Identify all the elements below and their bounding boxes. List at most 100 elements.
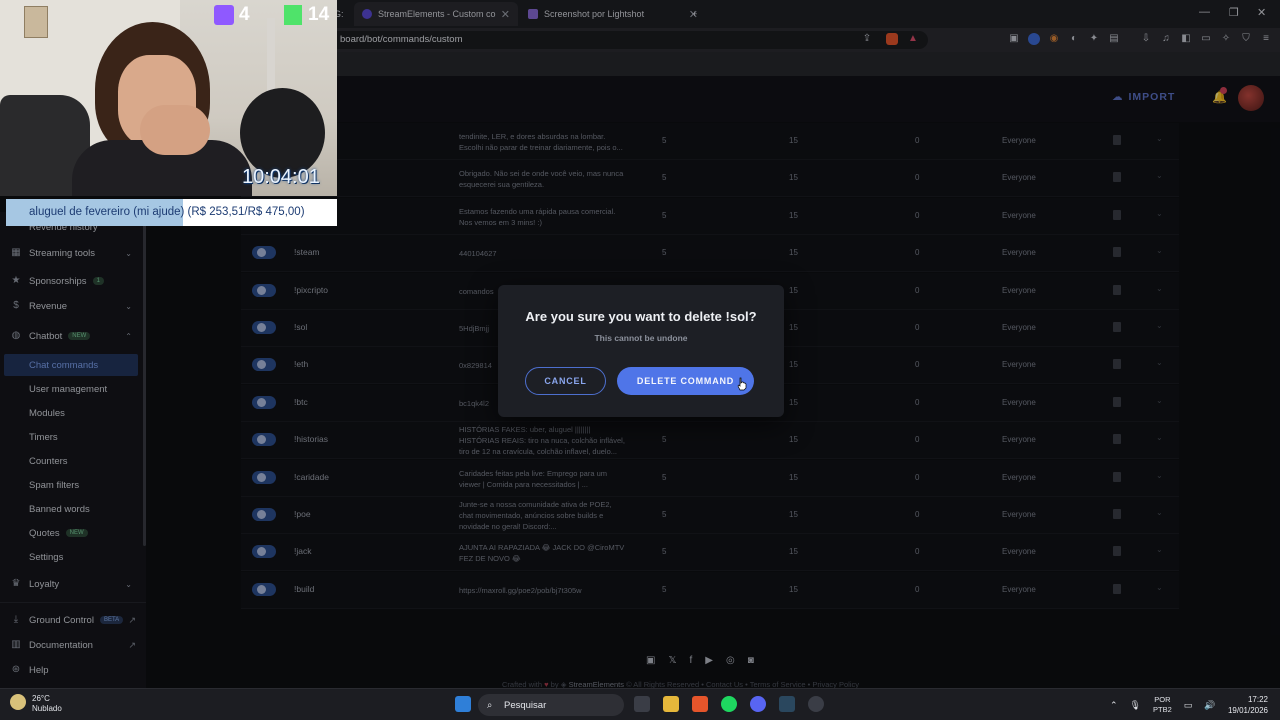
chevron-down-icon[interactable]: ⌄ [1156, 209, 1163, 218]
avatar[interactable] [1238, 85, 1264, 111]
sidebar-item-modules[interactable]: Modules [0, 402, 146, 424]
close-window-icon[interactable]: ✕ [1257, 6, 1266, 19]
command-enabled-toggle[interactable] [252, 321, 276, 334]
x-icon[interactable]: 𝕏 [668, 655, 676, 666]
sidebar-item-streaming-tools[interactable]: ▦ Streaming tools ⌄ [0, 242, 146, 264]
extension-icon[interactable]: ▤ [1108, 33, 1120, 45]
trash-icon[interactable] [1113, 359, 1121, 370]
spotify-icon[interactable] [721, 696, 737, 712]
brave-browser-icon[interactable] [692, 696, 708, 712]
youtube-icon[interactable]: ▶ [705, 655, 713, 666]
facebook-icon[interactable]: f [690, 655, 693, 666]
chevron-down-icon[interactable]: ⌄ [1156, 321, 1163, 330]
close-tab-icon[interactable]: ✕ [501, 8, 510, 21]
url-text[interactable]: board/bot/commands/custom [340, 34, 463, 45]
brave-rewards-icon[interactable]: ▲ [907, 33, 919, 45]
microphone-icon[interactable]: 🎙 [1130, 700, 1141, 711]
volume-icon[interactable]: 🔊 [1204, 700, 1215, 711]
trash-icon[interactable] [1113, 247, 1121, 258]
trash-icon[interactable] [1113, 471, 1121, 482]
sidebar-item-banned-words[interactable]: Banned words [0, 498, 146, 520]
extension-icon[interactable]: ▣ [1008, 33, 1020, 45]
trash-icon[interactable] [1113, 135, 1121, 145]
trash-icon[interactable] [1113, 284, 1121, 295]
trash-icon[interactable] [1113, 434, 1121, 445]
weather-widget[interactable]: 26°C Nublado [10, 694, 62, 714]
tab-streamelements[interactable]: StreamElements - Custom comm ✕ [354, 2, 518, 26]
tab-lightshot[interactable]: Screenshot por Lightshot ✕ [520, 2, 706, 26]
command-enabled-toggle[interactable] [252, 246, 276, 260]
sidebar-item-revenue[interactable]: $ Revenue ⌄ [0, 295, 146, 317]
chevron-down-icon[interactable]: ⌄ [1156, 396, 1163, 405]
discord-icon[interactable] [750, 696, 766, 712]
sidebar-item-help[interactable]: ⊛ Help [0, 659, 146, 681]
command-enabled-toggle[interactable] [252, 508, 276, 521]
puzzle-icon[interactable]: ✦ [1088, 33, 1100, 45]
chevron-down-icon[interactable]: ⌄ [1156, 433, 1163, 442]
twitch-icon[interactable]: ▣ [646, 655, 655, 666]
delete-command-button[interactable]: DELETE COMMAND [617, 367, 754, 395]
trash-icon[interactable] [1113, 396, 1121, 407]
download-icon[interactable]: ⇩ [1140, 33, 1152, 45]
obs-icon[interactable] [808, 696, 824, 712]
instagram-icon[interactable]: ◎ [726, 655, 735, 666]
sidebar-item-documentation[interactable]: ▥ Documentation ↗ [0, 634, 146, 656]
sidebar-item-timers[interactable]: Timers [0, 426, 146, 448]
trash-icon[interactable] [1113, 209, 1121, 220]
sidebar-toggle-icon[interactable]: ◧ [1180, 33, 1192, 45]
discord-icon[interactable]: ◙ [748, 655, 754, 666]
extension-icon[interactable]: ◉ [1048, 33, 1060, 45]
command-enabled-toggle[interactable] [252, 395, 276, 409]
sidebar-item-chat-commands[interactable]: Chat commands [4, 354, 138, 376]
leo-icon[interactable]: ✧ [1220, 33, 1232, 45]
command-enabled-toggle[interactable] [252, 470, 276, 484]
sidebar-item-quotes[interactable]: Quotes NEW [0, 522, 146, 544]
keyboard-language[interactable]: POR PTB2 [1153, 695, 1172, 715]
chevron-down-icon[interactable]: ⌄ [1156, 508, 1163, 517]
share-icon[interactable]: ⇪ [861, 33, 873, 45]
chevron-down-icon[interactable]: ⌄ [1156, 358, 1163, 367]
command-enabled-toggle[interactable] [252, 358, 276, 372]
command-enabled-toggle[interactable] [252, 283, 276, 297]
trash-icon[interactable] [1113, 509, 1121, 519]
sidebar-item-loyalty[interactable]: ♛ Loyalty ⌄ [0, 573, 146, 595]
sidebar-item-sponsorships[interactable]: ★ Sponsorships 1 [0, 270, 146, 292]
trash-icon[interactable] [1113, 546, 1121, 557]
taskbar-search[interactable]: ⌕ Pesquisar [478, 694, 624, 716]
chevron-down-icon[interactable]: ⌄ [1156, 545, 1163, 554]
brave-shields-icon[interactable] [886, 33, 898, 45]
chevron-up-icon[interactable]: ⌃ [1110, 700, 1118, 711]
chevron-down-icon[interactable]: ⌄ [1156, 246, 1163, 255]
cancel-button[interactable]: CANCEL [525, 367, 606, 395]
chevron-down-icon[interactable]: ⌄ [1156, 471, 1163, 480]
clock[interactable]: 17:22 19/01/2026 [1222, 694, 1268, 716]
media-icon[interactable]: ♫ [1160, 33, 1172, 45]
chevron-down-icon[interactable]: ⌄ [1156, 583, 1163, 592]
chevron-down-icon[interactable]: ⌄ [1156, 284, 1163, 293]
new-tab-button[interactable]: + [684, 2, 705, 26]
command-enabled-toggle[interactable] [252, 433, 276, 447]
menu-icon[interactable]: ≡ [1260, 33, 1272, 45]
steam-icon[interactable] [779, 696, 795, 712]
restore-icon[interactable]: ❐ [1229, 6, 1239, 19]
extension-icon[interactable]: ◐ [1068, 33, 1080, 45]
trash-icon[interactable] [1113, 322, 1121, 332]
minimize-icon[interactable]: — [1199, 6, 1210, 18]
sidebar-item-counters[interactable]: Counters [0, 450, 146, 472]
sidebar-scrollbar[interactable] [143, 212, 146, 546]
trash-icon[interactable] [1113, 583, 1121, 594]
vpn-icon[interactable]: ⛉ [1240, 33, 1252, 45]
network-icon[interactable]: ▭ [1184, 700, 1193, 711]
sidebar-item-ground-control[interactable]: ⤓ Ground Control BETA ↗ [0, 609, 146, 631]
trash-icon[interactable] [1113, 172, 1121, 183]
file-explorer-icon[interactable] [663, 696, 679, 712]
extension-icon[interactable] [1028, 33, 1040, 45]
sidebar-item-settings[interactable]: Settings [0, 546, 146, 568]
sidebar-item-user-management[interactable]: User management [0, 378, 146, 400]
command-enabled-toggle[interactable] [252, 545, 276, 559]
chevron-down-icon[interactable]: ⌄ [1156, 134, 1163, 143]
command-enabled-toggle[interactable] [252, 582, 276, 596]
import-button[interactable]: ☁ IMPORT [1112, 91, 1175, 103]
task-view-icon[interactable] [634, 696, 650, 712]
sidebar-item-chatbot[interactable]: ◍ Chatbot NEW ⌃ [0, 325, 146, 347]
